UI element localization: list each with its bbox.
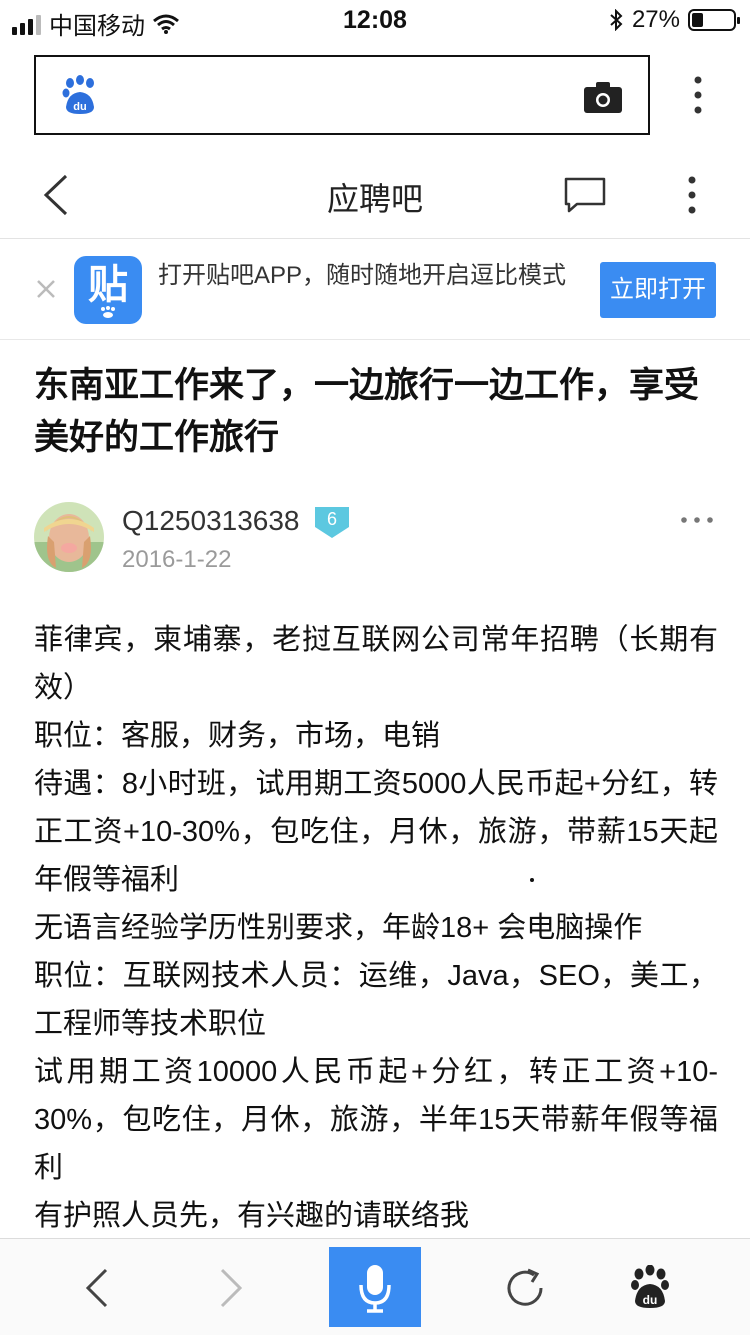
nav-bar: 应聘吧 bbox=[0, 150, 750, 239]
chat-bubble-icon[interactable] bbox=[563, 176, 607, 214]
chevron-right-icon[interactable] bbox=[216, 1267, 246, 1309]
banner-text: 打开贴吧APP，随时随地开启逗比模式 bbox=[158, 262, 567, 289]
content-line: 待遇：8小时班，试用期工资5000人民币起+分红，转正工资+10-30%，包吃住… bbox=[34, 768, 718, 896]
status-bar: 中国移动 12:08 27% bbox=[0, 0, 750, 40]
baidu-paw-icon: du bbox=[62, 75, 94, 114]
more-horizontal-icon[interactable] bbox=[680, 512, 714, 528]
content-line: 职位：客服，财务，市场，电销 bbox=[34, 720, 441, 752]
tieba-app-icon: 贴 bbox=[74, 256, 142, 324]
bluetooth-icon bbox=[610, 9, 623, 31]
post-date: 2016-1-22 bbox=[122, 546, 232, 573]
app-icon-char: 贴 bbox=[88, 263, 128, 307]
post-title: 东南亚工作来了，一边旅行一边工作，享受美好的工作旅行 bbox=[34, 366, 700, 457]
search-bar[interactable]: du bbox=[34, 55, 650, 135]
decorative-dot bbox=[530, 878, 534, 882]
content-line: 无语言经验学历性别要求，年龄18+ 会电脑操作 bbox=[34, 912, 643, 944]
svg-text:du: du bbox=[73, 101, 86, 113]
refresh-icon[interactable] bbox=[504, 1267, 546, 1309]
status-right: 27% bbox=[608, 6, 740, 34]
author-name[interactable]: Q1250313638 bbox=[122, 505, 300, 537]
open-app-button[interactable]: 立即打开 bbox=[600, 262, 716, 318]
content-line: 试用期工资10000人民币起+分红，转正工资+10-30%，包吃住，月休，旅游，… bbox=[34, 1056, 718, 1184]
microphone-icon bbox=[359, 1265, 391, 1313]
content-line: 职位：互联网技术人员：运维，Java，SEO，美工，工程师等技术职位 bbox=[34, 960, 718, 1040]
bottom-toolbar: du bbox=[0, 1238, 750, 1335]
level-badge: 6 bbox=[315, 507, 349, 538]
content-line: 有护照人员先，有兴趣的请联络我 bbox=[34, 1200, 470, 1232]
battery-icon bbox=[688, 9, 740, 31]
chevron-left-icon[interactable] bbox=[82, 1267, 112, 1309]
svg-text:du: du bbox=[643, 1293, 658, 1307]
post-content: 菲律宾，柬埔寨，老挝互联网公司常年招聘（长期有效） 职位：客服，财务，市场，电销… bbox=[34, 616, 718, 1240]
app-banner: 贴 打开贴吧APP，随时随地开启逗比模式 立即打开 bbox=[0, 239, 750, 340]
battery-percent: 27% bbox=[631, 6, 680, 33]
baidu-paw-icon bbox=[101, 306, 115, 318]
avatar[interactable] bbox=[34, 502, 104, 572]
content-line: 菲律宾，柬埔寨，老挝互联网公司常年招聘（长期有效） bbox=[34, 624, 718, 704]
camera-icon[interactable] bbox=[584, 81, 622, 113]
close-icon[interactable] bbox=[34, 277, 58, 301]
page-title: 应聘吧 bbox=[326, 181, 423, 217]
voice-search-button[interactable] bbox=[329, 1247, 421, 1327]
baidu-paw-icon[interactable]: du bbox=[630, 1265, 670, 1309]
more-vertical-icon[interactable] bbox=[680, 174, 704, 216]
more-vertical-icon[interactable] bbox=[686, 74, 710, 116]
level-number: 6 bbox=[327, 509, 337, 529]
